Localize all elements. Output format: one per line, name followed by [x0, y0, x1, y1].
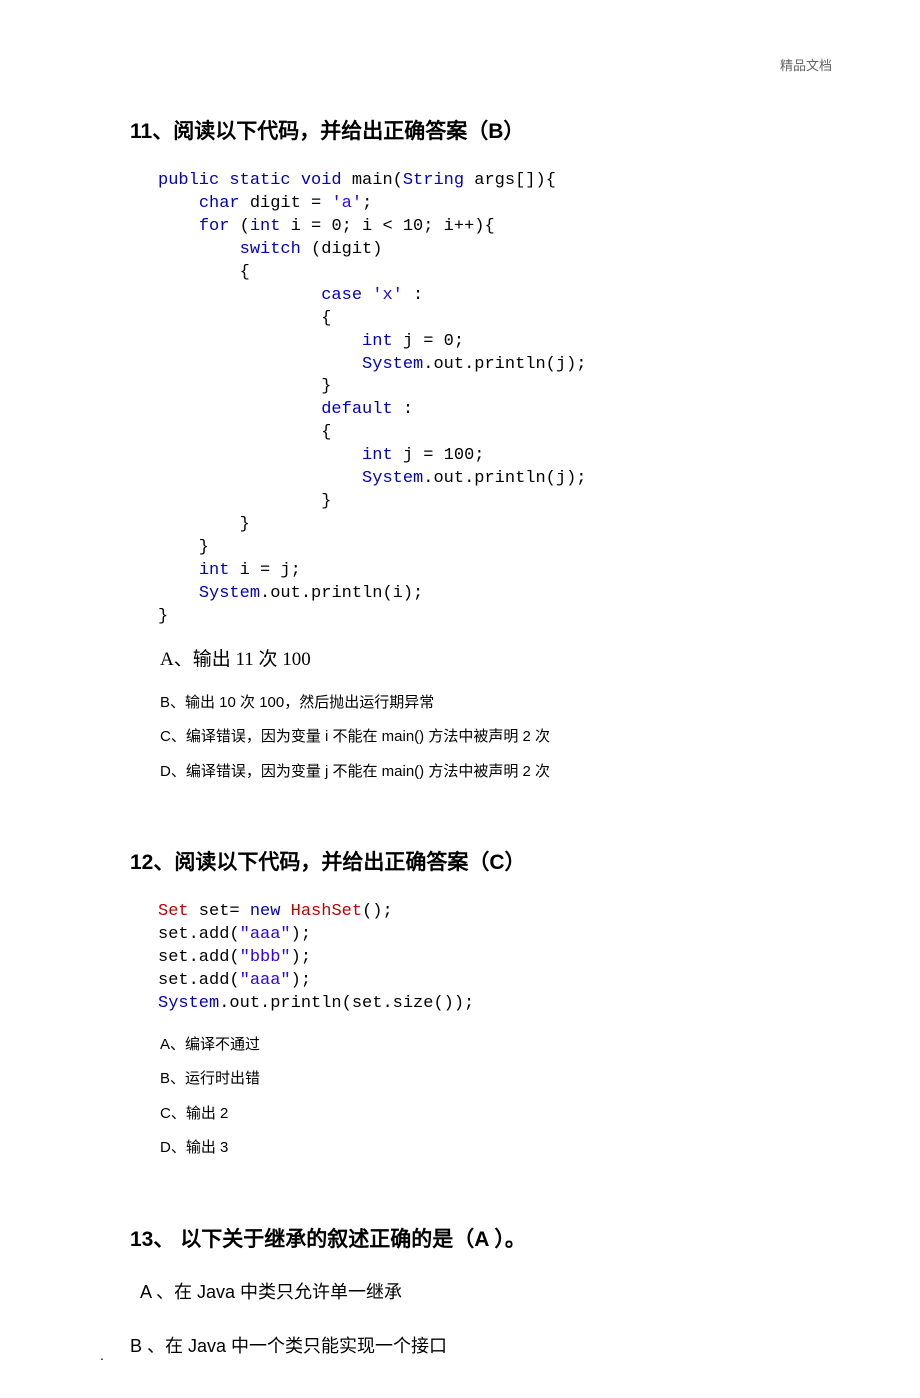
- q11-option-a: A、输出 11 次 100: [160, 644, 850, 671]
- q11-option-c: C、编译错误，因为变量 i 不能在 main() 方法中被声明 2 次: [160, 723, 850, 752]
- question-11-code: public static void main(String args[]){ …: [158, 170, 850, 629]
- q12-option-c: C、输出 2: [160, 1100, 850, 1129]
- q13-option-b: B 、在 Java 中一个类只能实现一个接口: [130, 1332, 850, 1358]
- footer-dot: .: [100, 1347, 104, 1363]
- question-12-code: Set set= new HashSet(); set.add("aaa"); …: [158, 901, 850, 1016]
- q12-option-a: A、编译不通过: [160, 1031, 850, 1060]
- q11-option-b: B、输出 10 次 100，然后抛出运行期异常: [160, 689, 850, 718]
- q13-option-a: A 、在 Java 中类只允许单一继承: [140, 1278, 850, 1304]
- q11-option-d: D、编译错误，因为变量 j 不能在 main() 方法中被声明 2 次: [160, 758, 850, 787]
- header-label: 精品文档: [780, 55, 832, 74]
- document-page: 11、阅读以下代码，并给出正确答案（B） public static void …: [0, 0, 920, 1398]
- question-11-heading: 11、阅读以下代码，并给出正确答案（B）: [130, 115, 850, 145]
- q12-option-d: D、输出 3: [160, 1134, 850, 1163]
- question-12-heading: 12、阅读以下代码，并给出正确答案（C）: [130, 846, 850, 876]
- q12-option-b: B、运行时出错: [160, 1065, 850, 1094]
- question-13-heading: 13、 以下关于继承的叙述正确的是（A ）。: [130, 1223, 850, 1253]
